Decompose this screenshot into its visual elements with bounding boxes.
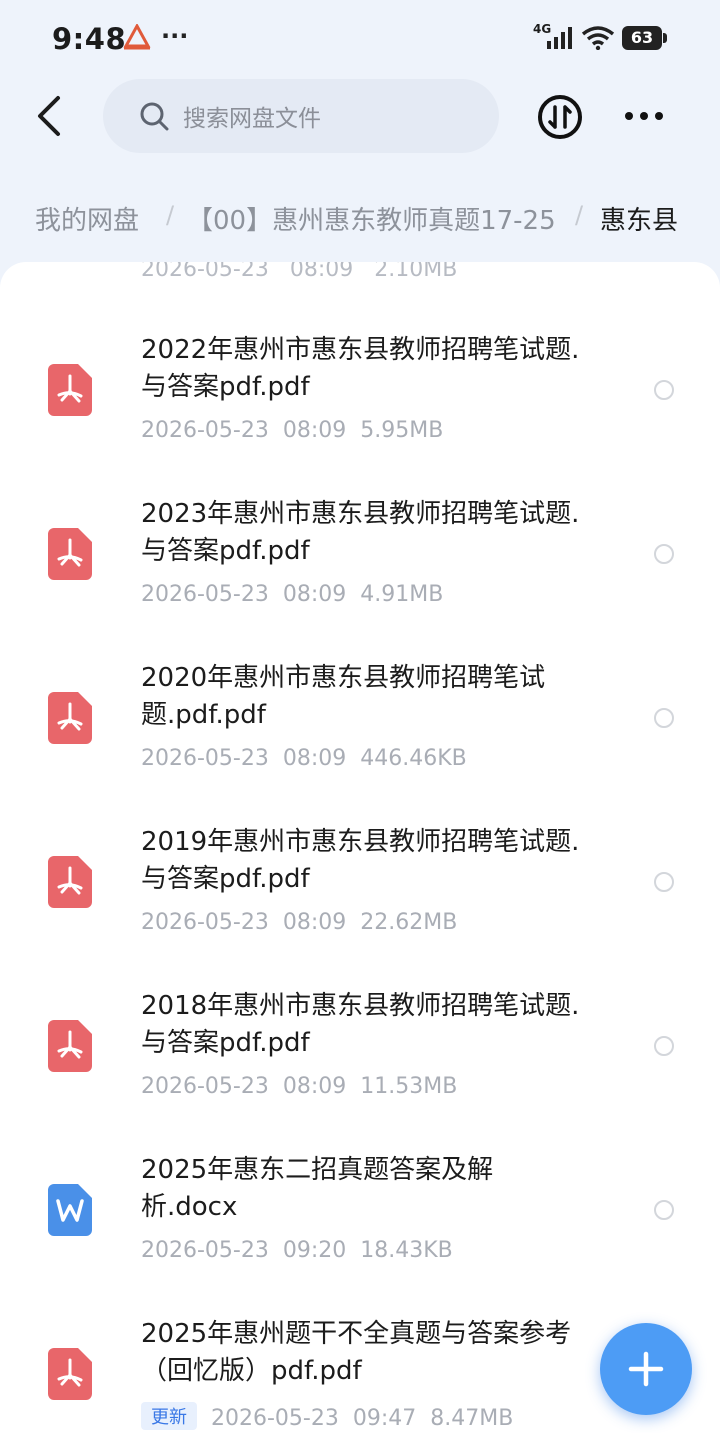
file-meta: 更新 2026-05-23 09:47 8.47MB: [141, 1402, 527, 1431]
pdf-file-icon: [48, 528, 92, 580]
search-input[interactable]: 搜索网盘文件: [103, 79, 499, 153]
breadcrumb-item-folder[interactable]: 【00】惠州惠东教师真题17-25: [187, 200, 556, 237]
status-more-dots: ···: [161, 22, 189, 50]
list-item[interactable]: 2025年惠东二招真题答案及解 析.docx 2026-05-23 09:20 18…: [0, 1144, 720, 1308]
list-item[interactable]: 2022年惠州市惠东县教师招聘笔试题. 与答案pdf.pdf 2026-05-2…: [0, 324, 720, 488]
file-meta: 2026-05-23 08:09 446.46KB: [141, 746, 467, 771]
breadcrumb-item-current: 惠东县: [600, 206, 679, 236]
transfer-icon[interactable]: [537, 94, 583, 140]
select-checkbox[interactable]: [654, 708, 674, 728]
pdf-file-icon: [48, 1348, 92, 1400]
breadcrumb-separator: /: [166, 201, 175, 229]
select-checkbox[interactable]: [654, 1036, 674, 1056]
status-bar: 9:48 ··· 4G 63: [0, 0, 720, 78]
search-icon: [140, 102, 169, 131]
file-name: 2022年惠州市惠东县教师招聘笔试题. 与答案pdf.pdf: [141, 335, 580, 402]
file-name: 2025年惠州题干不全真题与答案参考 （回忆版）pdf.pdf: [141, 1319, 572, 1386]
breadcrumb-item-root[interactable]: 我的网盘: [35, 200, 139, 237]
list-item[interactable]: 2019年惠州市惠东县教师招聘笔试题. 与答案pdf.pdf 2026-05-2…: [0, 816, 720, 980]
battery-icon: 63: [622, 26, 662, 50]
word-file-icon: [48, 1184, 92, 1236]
list-item[interactable]: 2023年惠州市惠东县教师招聘笔试题. 与答案pdf.pdf 2026-05-2…: [0, 488, 720, 652]
file-name: 2025年惠东二招真题答案及解 析.docx: [141, 1155, 494, 1222]
list-item[interactable]: 2018年惠州市惠东县教师招聘笔试题. 与答案pdf.pdf 2026-05-2…: [0, 980, 720, 1144]
pdf-file-icon: [48, 1020, 92, 1072]
select-checkbox[interactable]: [654, 380, 674, 400]
chevron-left-icon: [38, 96, 60, 136]
wifi-icon: [581, 26, 615, 50]
more-options-button[interactable]: [622, 98, 666, 134]
add-button[interactable]: [600, 1323, 692, 1415]
pdf-file-icon: [48, 692, 92, 744]
breadcrumb-separator: /: [575, 201, 584, 229]
file-name: 2020年惠州市惠东县教师招聘笔试 题.pdf.pdf: [141, 663, 546, 730]
plus-icon: [628, 1351, 664, 1387]
signal-icon: [547, 27, 572, 49]
file-meta: 2026-05-23 08:09 22.62MB: [141, 910, 458, 935]
select-checkbox[interactable]: [654, 1200, 674, 1220]
file-name: 2023年惠州市惠东县教师招聘笔试题. 与答案pdf.pdf: [141, 499, 580, 566]
list-item[interactable]: 2020年惠州市惠东县教师招聘笔试 题.pdf.pdf 2026-05-23 08…: [0, 652, 720, 816]
more-dots-icon: [625, 112, 663, 120]
file-name: 2018年惠州市惠东县教师招聘笔试题. 与答案pdf.pdf: [141, 991, 580, 1058]
update-badge: 更新: [141, 1402, 197, 1430]
file-meta: 2026-05-23 09:20 18.43KB: [141, 1238, 453, 1263]
status-time: 9:48: [52, 22, 127, 56]
file-name: 2019年惠州市惠东县教师招聘笔试题. 与答案pdf.pdf: [141, 827, 580, 894]
back-button[interactable]: [28, 92, 68, 140]
battery-tip: [663, 33, 667, 43]
breadcrumb: 我的网盘 / 【00】惠州惠东教师真题17-25 / 惠东县: [0, 190, 720, 246]
file-meta: 2026-05-23 08:09 5.95MB: [141, 418, 444, 443]
file-meta: 2026-05-23 08:09 11.53MB: [141, 1074, 458, 1099]
app-notification-icon: [123, 24, 151, 50]
pdf-file-icon: [48, 856, 92, 908]
pdf-file-icon: [48, 364, 92, 416]
file-list: 2026-05-23 08:09 2.10MB 2022年惠州市惠东县教师招聘笔…: [0, 262, 720, 1433]
file-meta: 2026-05-23 08:09 4.91MB: [141, 582, 444, 607]
search-placeholder: 搜索网盘文件: [183, 106, 321, 132]
select-checkbox[interactable]: [654, 872, 674, 892]
partial-row-meta: 2026-05-23 08:09 2.10MB: [141, 262, 458, 282]
select-checkbox[interactable]: [654, 544, 674, 564]
